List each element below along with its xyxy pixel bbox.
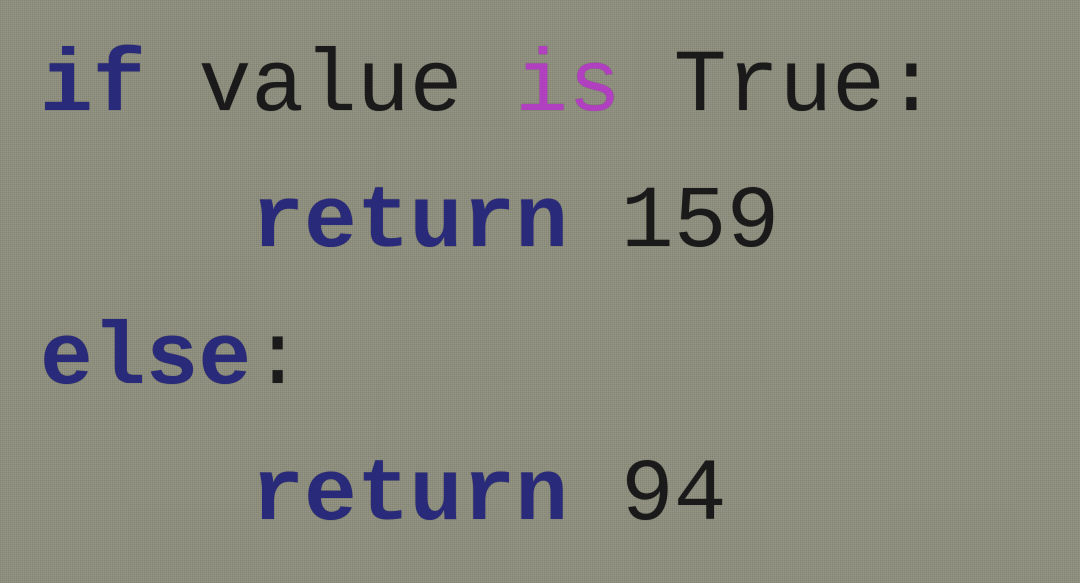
number-literal: 94 — [621, 447, 727, 546]
keyword-else: else — [40, 311, 251, 410]
operator-is: is — [515, 38, 621, 137]
colon: : — [251, 311, 304, 410]
keyword-if: if — [40, 38, 146, 137]
keyword-return: return — [251, 174, 568, 273]
constant-true: True — [674, 38, 885, 137]
identifier-value: value — [198, 38, 462, 137]
code-line-1: if value is True: — [40, 38, 938, 137]
colon: : — [885, 38, 938, 137]
keyword-return: return — [251, 447, 568, 546]
code-line-4: return 94 — [40, 447, 727, 546]
code-line-3: else: — [40, 311, 304, 410]
code-line-2: return 159 — [40, 174, 779, 273]
code-block: if value is True: return 159 else: retur… — [40, 20, 1040, 566]
number-literal: 159 — [621, 174, 779, 273]
